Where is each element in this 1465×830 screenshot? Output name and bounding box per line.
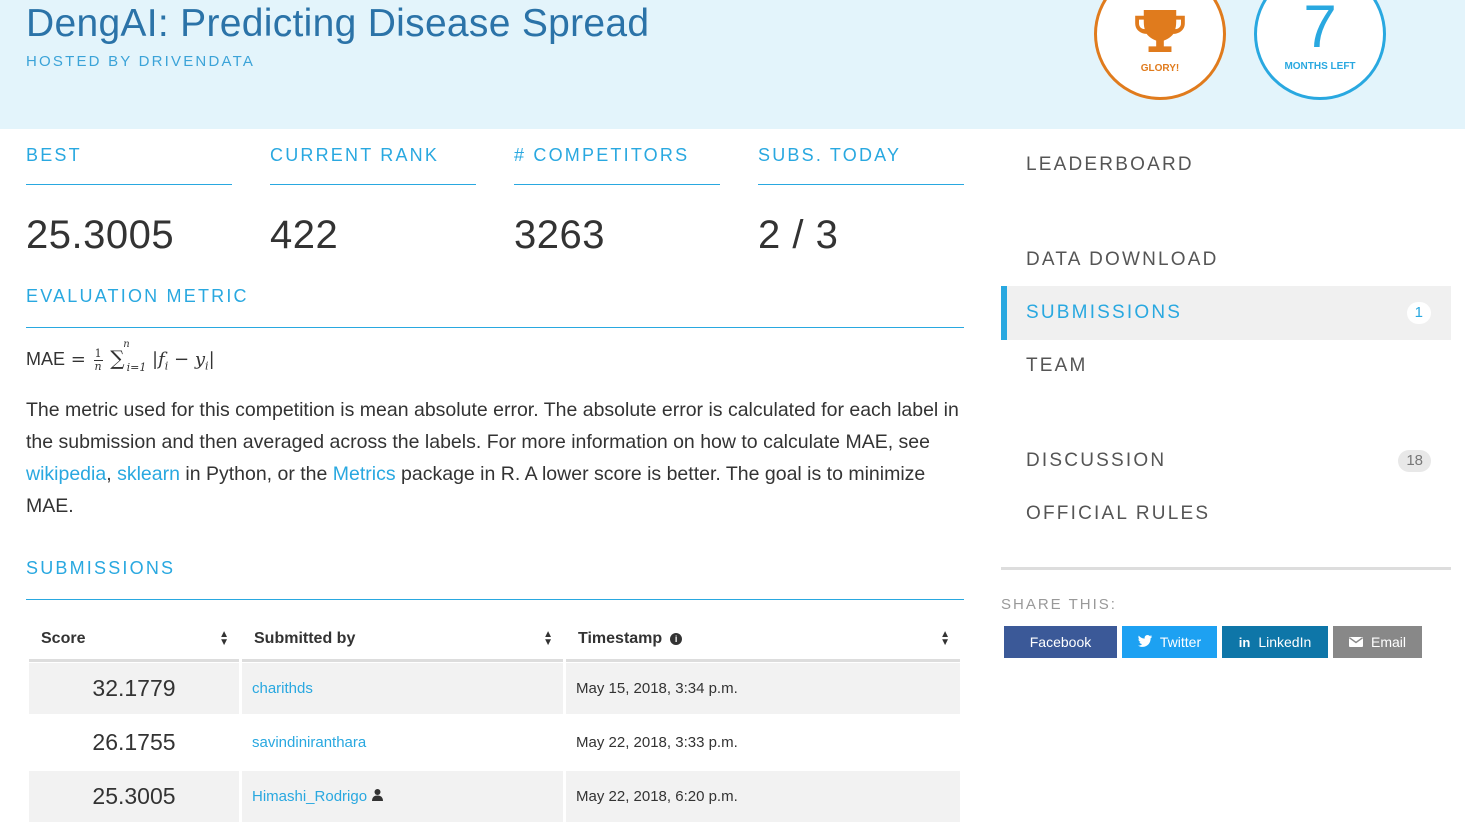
table-header: Score ▲ ▼ Submitted by ▲ ▼ Timestamp i ▲ ▼ (26, 620, 964, 662)
nav-submissions-label: SUBMISSIONS (1026, 302, 1183, 323)
stat-best-value: 25.3005 (26, 213, 175, 257)
evaluation-metric-heading: EVALUATION METRIC (26, 286, 964, 328)
nav-data-download-label: DATA DOWNLOAD (1026, 249, 1219, 270)
glory-badge: GLORY! (1094, 0, 1226, 100)
linkedin-icon: in (1238, 634, 1251, 650)
score-cell: 25.3005 (29, 771, 239, 822)
stat-subs-today-value: 2 / 3 (758, 213, 839, 257)
nav-submissions[interactable]: SUBMISSIONS 1 (1001, 286, 1451, 340)
formula-name: MAE (26, 349, 66, 369)
timestamp-cell: May 22, 2018, 6:20 p.m. (566, 771, 960, 822)
glory-label: GLORY! (1140, 63, 1180, 74)
stat-rank-value: 422 (270, 213, 339, 257)
months-left-value: 7 (1303, 0, 1337, 60)
competition-header: DengAI: Predicting Disease Spread HOSTED… (0, 0, 1465, 129)
desc-text-2: in Python, or the (179, 463, 333, 485)
facebook-label: Facebook (1029, 634, 1092, 650)
metrics-link[interactable]: Metrics (333, 463, 396, 485)
nav-leaderboard[interactable]: LEADERBOARD (1001, 138, 1451, 192)
stat-rank-label: CURRENT RANK (270, 143, 476, 185)
user-name[interactable]: savindiniranthara (252, 734, 366, 751)
twitter-share-button[interactable]: Twitter (1122, 626, 1217, 658)
timestamp-cell: May 15, 2018, 3:34 p.m. (566, 663, 960, 714)
email-share-button[interactable]: Email (1333, 626, 1422, 658)
nav-discussion[interactable]: DISCUSSION 18 (1001, 434, 1451, 488)
trophy-icon (1135, 10, 1185, 53)
desc-text-1: The metric used for this competition is … (26, 399, 959, 453)
stat-competitors: # COMPETITORS 3263 (514, 143, 720, 257)
host-label: HOSTED BY DRIVENDATA (26, 53, 256, 70)
stat-subs-today: SUBS. TODAY 2 / 3 (758, 143, 964, 257)
timestamp-column-label: Timestamp (578, 630, 663, 647)
facebook-share-button[interactable]: Facebook (1004, 626, 1117, 658)
score-column-label: Score (41, 630, 86, 647)
score-cell: 26.1755 (92, 729, 176, 755)
sidebar-divider (1001, 567, 1451, 570)
user-name[interactable]: charithds (252, 680, 313, 697)
wikipedia-link[interactable]: wikipedia (26, 463, 106, 485)
months-left-label: MONTHS LEFT (1284, 61, 1356, 72)
twitter-label: Twitter (1159, 634, 1202, 650)
linkedin-share-button[interactable]: in LinkedIn (1222, 626, 1328, 658)
sklearn-link[interactable]: sklearn (117, 463, 180, 485)
sort-icon[interactable]: ▲ ▼ (543, 630, 553, 648)
user-link[interactable]: charithds (242, 663, 563, 714)
nav-discussion-label: DISCUSSION (1026, 450, 1167, 471)
nav-official-rules[interactable]: OFFICIAL RULES (1001, 487, 1451, 541)
stat-best-label: BEST (26, 143, 232, 185)
stat-competitors-value: 3263 (514, 213, 605, 257)
score-cell: 32.1779 (29, 663, 239, 714)
table-row: 25.3005 Himashi_Rodrigo May 22, 2018, 6:… (26, 771, 964, 822)
nav-team-label: TEAM (1026, 355, 1088, 376)
stat-current-rank: CURRENT RANK 422 (270, 143, 476, 257)
table-row: 26.1755 savindiniranthara May 22, 2018, … (26, 717, 964, 768)
discussion-count-badge: 18 (1398, 450, 1431, 472)
user-name[interactable]: Himashi_Rodrigo (252, 788, 367, 805)
mae-formula: MAE = 1n ∑ n i=1 |fi − yi| (26, 339, 215, 374)
stat-subs-today-label: SUBS. TODAY (758, 143, 964, 185)
table-row: 32.1779 charithds May 15, 2018, 3:34 p.m… (26, 663, 964, 714)
nav-official-rules-label: OFFICIAL RULES (1026, 503, 1211, 524)
submissions-heading: SUBMISSIONS (26, 558, 964, 600)
timestamp-cell: May 22, 2018, 3:33 p.m. (576, 734, 738, 751)
sort-icon[interactable]: ▲ ▼ (940, 630, 950, 648)
share-label: SHARE THIS: (1001, 596, 1117, 613)
email-label: Email (1370, 634, 1406, 650)
submissions-count-badge: 1 (1406, 302, 1431, 324)
nav-team[interactable]: TEAM (1001, 339, 1451, 393)
user-link[interactable]: savindiniranthara (242, 717, 563, 768)
twitter-icon (1137, 634, 1152, 650)
stat-best: BEST 25.3005 (26, 143, 232, 257)
score-column-header[interactable]: Score ▲ ▼ (29, 620, 239, 662)
info-icon[interactable]: i (670, 633, 683, 645)
page-title: DengAI: Predicting Disease Spread (26, 2, 650, 45)
submitted-by-column-label: Submitted by (254, 630, 356, 647)
sort-icon[interactable]: ▲ ▼ (219, 630, 229, 648)
stat-competitors-label: # COMPETITORS (514, 143, 720, 185)
nav-leaderboard-label: LEADERBOARD (1026, 154, 1194, 175)
user-link[interactable]: Himashi_Rodrigo (242, 771, 563, 822)
timestamp-column-header[interactable]: Timestamp i ▲ ▼ (566, 620, 960, 662)
desc-separator: , (106, 463, 118, 485)
nav-data-download[interactable]: DATA DOWNLOAD (1001, 233, 1451, 287)
submitted-by-column-header[interactable]: Submitted by ▲ ▼ (242, 620, 563, 662)
months-left-badge: 7 MONTHS LEFT (1254, 0, 1386, 100)
linkedin-label: LinkedIn (1258, 634, 1312, 650)
envelope-icon (1348, 635, 1363, 650)
evaluation-description: The metric used for this competition is … (26, 394, 966, 522)
person-icon (372, 789, 384, 804)
